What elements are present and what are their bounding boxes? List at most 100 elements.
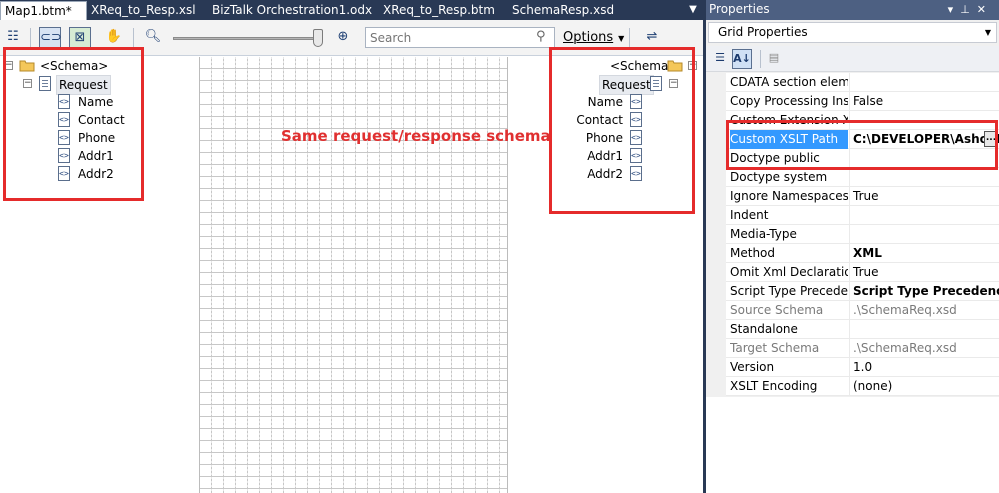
property-row[interactable]: Doctype system — [706, 168, 999, 187]
tab-map1-btm[interactable]: Map1.btm* — [0, 1, 87, 20]
search-box[interactable]: ⚲ — [365, 27, 555, 48]
property-name: CDATA section elemer — [730, 75, 848, 89]
tree-view-icon[interactable]: ☷ — [2, 27, 24, 49]
toolbar-separator — [629, 28, 630, 48]
row-margin — [706, 149, 726, 168]
row-margin — [706, 225, 726, 244]
tab-label: SchemaResp.xsd — [512, 3, 615, 17]
property-value[interactable] — [849, 168, 999, 187]
tab-label: XReq_to_Resp.xsl — [91, 3, 196, 17]
options-label: Options — [563, 30, 614, 45]
property-value[interactable]: True — [849, 187, 999, 206]
zoom-in-icon[interactable]: ⊕ — [332, 27, 354, 49]
property-row[interactable]: Target Schema .\SchemaReq.xsd — [706, 339, 999, 358]
link-toggle-icon[interactable]: ⇌ — [641, 27, 663, 49]
row-margin — [706, 168, 726, 187]
property-value[interactable] — [849, 206, 999, 225]
row-margin — [706, 377, 726, 396]
property-name: Indent — [730, 208, 769, 222]
row-margin — [706, 206, 726, 225]
property-value: .\SchemaReq.xsd — [849, 301, 999, 320]
row-margin — [706, 301, 726, 320]
row-margin — [706, 282, 726, 301]
pin-icon[interactable]: ⊥ — [960, 3, 977, 16]
property-value[interactable] — [849, 320, 999, 339]
mapper-grid[interactable] — [199, 57, 508, 493]
property-row[interactable]: Indent — [706, 206, 999, 225]
property-value[interactable]: (none) — [849, 377, 999, 396]
search-input[interactable] — [370, 30, 530, 46]
property-value[interactable]: False — [849, 92, 999, 111]
property-name: Standalone — [730, 322, 798, 336]
property-row[interactable]: Omit Xml Declaration True — [706, 263, 999, 282]
relevance-icon[interactable]: ⊠ — [69, 27, 91, 49]
link-icon[interactable]: ⊂⊃ — [39, 27, 62, 49]
property-row[interactable]: Standalone — [706, 320, 999, 339]
toolbar-separator — [760, 50, 761, 68]
annotation-text: Same request/response schema — [281, 127, 551, 145]
property-name: XSLT Encoding — [730, 379, 818, 393]
property-grid-empty-area — [706, 397, 999, 493]
object-selector-dropdown[interactable]: Grid Properties ▼ — [708, 22, 997, 43]
zoom-slider-thumb[interactable] — [313, 29, 323, 47]
properties-title: Properties — [709, 2, 770, 16]
property-value: .\SchemaReq.xsd — [849, 339, 999, 358]
property-value[interactable] — [849, 225, 999, 244]
options-dropdown-button[interactable]: Options ▼ — [563, 29, 624, 47]
property-name: Source Schema — [730, 303, 824, 317]
property-row[interactable]: Version 1.0 — [706, 358, 999, 377]
property-name: Ignore Namespaces fo — [730, 189, 848, 203]
property-row[interactable]: Script Type PrecedencScript Type Precede… — [706, 282, 999, 301]
chevron-down-icon: ▼ — [618, 34, 625, 43]
properties-title-bar: Properties ▾⊥✕ — [706, 0, 999, 20]
row-margin — [706, 187, 726, 206]
row-margin — [706, 73, 726, 92]
zoom-slider-track[interactable] — [173, 37, 323, 40]
row-margin — [706, 111, 726, 130]
property-row[interactable]: Copy Processing InstruFalse — [706, 92, 999, 111]
property-name: Target Schema — [730, 341, 820, 355]
property-row[interactable]: Method XML — [706, 244, 999, 263]
tab-xreq-to-resp-xsl[interactable]: XReq_to_Resp.xsl — [87, 1, 205, 20]
property-pages-icon[interactable]: ▤ — [764, 49, 784, 69]
tab-schemaresp-xsd[interactable]: SchemaResp.xsd — [508, 1, 618, 20]
property-name: Method — [730, 246, 776, 260]
chevron-down-icon: ▼ — [984, 28, 991, 37]
row-margin — [706, 263, 726, 282]
toolbar-separator — [133, 28, 134, 48]
property-value[interactable]: XML — [849, 244, 999, 263]
tab-biztalk-orchestration[interactable]: BizTalk Orchestration1.odx — [208, 1, 378, 20]
tab-xreq-to-resp-btm[interactable]: XReq_to_Resp.btm — [379, 1, 504, 20]
property-row[interactable]: Ignore Namespaces foTrue — [706, 187, 999, 206]
property-row[interactable]: XSLT Encoding (none) — [706, 377, 999, 396]
row-margin — [706, 339, 726, 358]
window-controls: ▾⊥✕ — [948, 0, 993, 19]
object-selector-value: Grid Properties — [718, 25, 808, 39]
property-value[interactable]: Script Type Precedence — [849, 282, 999, 301]
row-margin — [706, 320, 726, 339]
property-row[interactable]: Media-Type — [706, 225, 999, 244]
property-name: Copy Processing Instru — [730, 94, 848, 108]
tab-label: XReq_to_Resp.btm — [383, 3, 495, 17]
property-row[interactable]: CDATA section elemer — [706, 73, 999, 92]
categorized-icon[interactable]: ☰ — [710, 49, 730, 69]
close-icon[interactable]: ✕ — [977, 3, 993, 16]
tab-overflow-menu-icon[interactable]: ▼ — [685, 1, 701, 19]
dropdown-icon[interactable]: ▾ — [948, 3, 961, 16]
property-row[interactable]: Source Schema .\SchemaReq.xsd — [706, 301, 999, 320]
properties-panel: Properties ▾⊥✕ Grid Properties ▼ ☰ A↓ ▤ … — [706, 0, 999, 493]
pan-hand-icon[interactable]: ✋ — [103, 27, 125, 49]
zoom-out-icon[interactable]: 🔍︎ — [142, 27, 164, 49]
property-name: Doctype system — [730, 170, 828, 184]
property-name: Omit Xml Declaration — [730, 265, 848, 279]
property-value[interactable]: 1.0 — [849, 358, 999, 377]
document-tab-strip: Map1.btm* XReq_to_Resp.xsl BizTalk Orche… — [0, 0, 703, 20]
properties-toolbar: ☰ A↓ ▤ — [706, 46, 999, 72]
alphabetical-sort-icon[interactable]: A↓ — [732, 49, 752, 69]
search-icon[interactable]: ⚲ — [536, 29, 552, 46]
row-margin — [706, 244, 726, 263]
property-name: Version — [730, 360, 775, 374]
property-value[interactable] — [849, 73, 999, 92]
map-surface[interactable]: − <Schema> − Request <> Name <> Contact … — [0, 47, 703, 493]
property-value[interactable]: True — [849, 263, 999, 282]
